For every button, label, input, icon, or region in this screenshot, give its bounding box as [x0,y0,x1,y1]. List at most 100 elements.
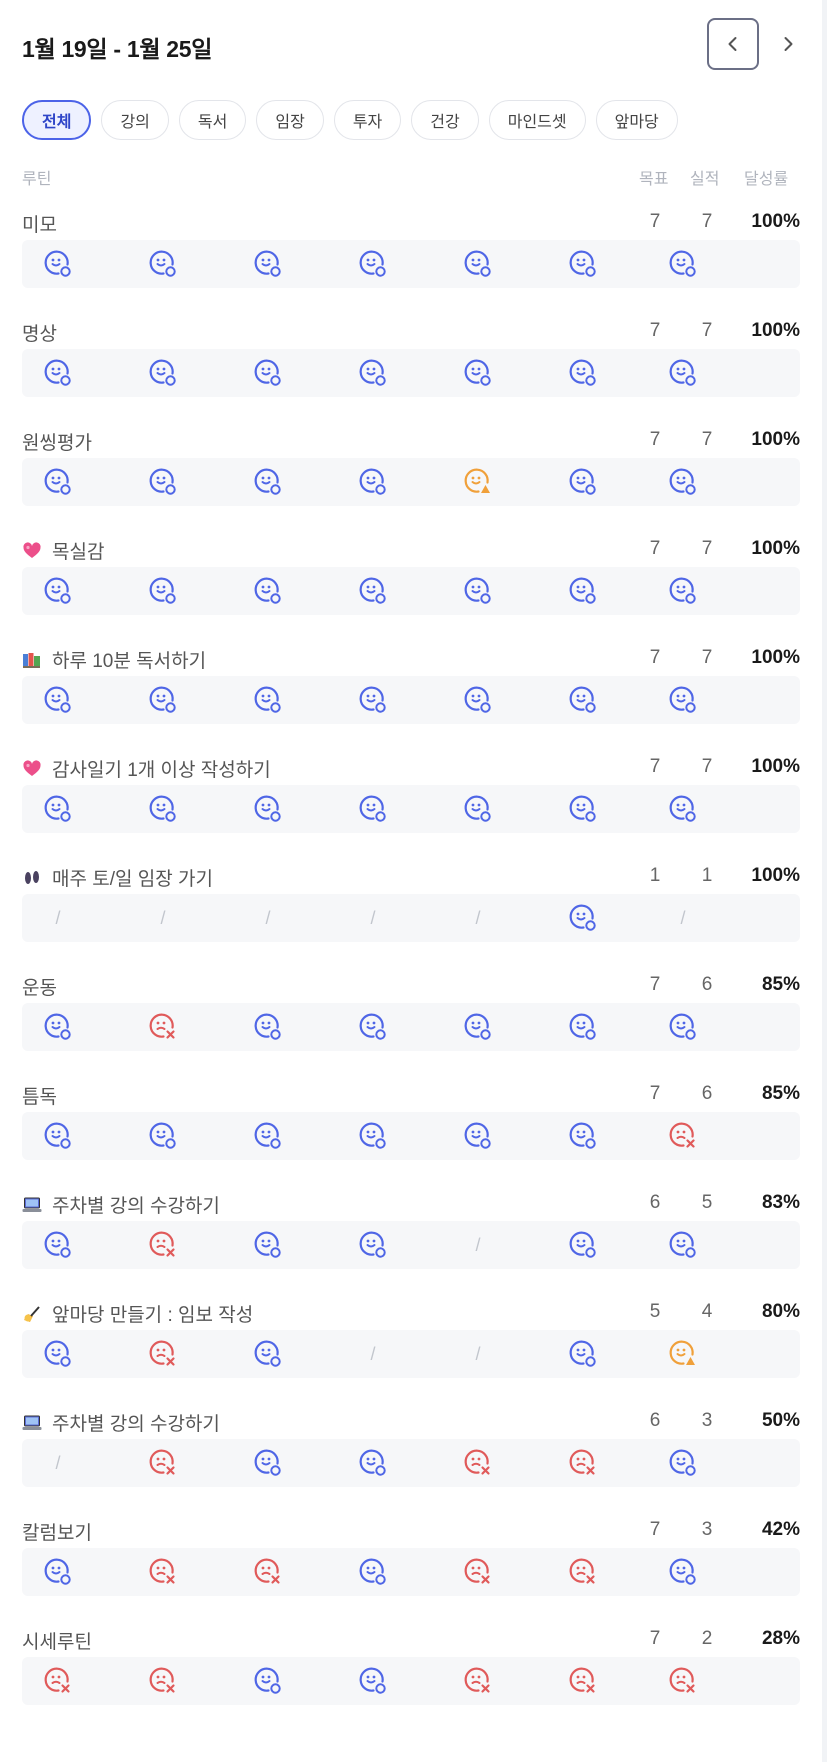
routine-row[interactable]: 감사일기 1개 이상 작성하기 7 7 100% [22,753,800,862]
day-status-success[interactable] [458,567,498,615]
routine-row[interactable]: 칼럼보기 7 3 42% [22,1516,800,1625]
day-status-success[interactable] [38,458,78,506]
day-status-success[interactable] [38,349,78,397]
day-status-fail[interactable] [458,1657,498,1705]
day-status-success[interactable] [663,349,703,397]
day-status-success[interactable] [353,349,393,397]
filter-chip[interactable]: 임장 [256,100,324,140]
day-status-success[interactable] [663,1439,703,1487]
day-status-success[interactable] [248,1330,288,1378]
day-status-fail[interactable] [143,1439,183,1487]
day-not-scheduled[interactable]: / [458,1330,498,1378]
day-status-success[interactable] [38,240,78,288]
day-status-success[interactable] [353,785,393,833]
filter-chip[interactable]: 전체 [22,100,92,140]
day-status-success[interactable] [663,1548,703,1596]
day-not-scheduled[interactable]: / [353,1330,393,1378]
day-status-fail[interactable] [38,1657,78,1705]
day-status-success[interactable] [38,1548,78,1596]
day-status-success[interactable] [563,567,603,615]
filter-chip[interactable]: 독서 [178,100,247,140]
day-status-success[interactable] [143,1112,183,1160]
day-status-fail[interactable] [143,1548,183,1596]
scrollbar-track[interactable] [822,0,827,1762]
day-status-fail[interactable] [563,1657,603,1705]
day-status-fail[interactable] [143,1003,183,1051]
day-status-fail[interactable] [143,1330,183,1378]
day-status-partial[interactable] [458,458,498,506]
routine-row[interactable]: 틈독 7 6 85% [22,1080,800,1189]
day-status-success[interactable] [248,240,288,288]
day-status-success[interactable] [248,1657,288,1705]
routine-row[interactable]: 원씽평가 7 7 100% [22,426,800,535]
day-status-success[interactable] [663,676,703,724]
day-status-success[interactable] [248,458,288,506]
day-status-fail[interactable] [143,1657,183,1705]
day-status-success[interactable] [663,1003,703,1051]
day-status-success[interactable] [563,240,603,288]
day-status-success[interactable] [248,567,288,615]
day-status-success[interactable] [663,1221,703,1269]
day-status-success[interactable] [143,567,183,615]
day-not-scheduled[interactable]: / [248,894,288,942]
day-status-success[interactable] [248,1221,288,1269]
day-status-success[interactable] [563,1330,603,1378]
day-status-success[interactable] [353,1221,393,1269]
day-status-fail[interactable] [563,1548,603,1596]
day-status-fail[interactable] [248,1548,288,1596]
day-status-success[interactable] [38,1330,78,1378]
routine-row[interactable]: 명상 7 7 100% [22,317,800,426]
next-week-button[interactable] [762,18,814,70]
day-status-success[interactable] [458,1003,498,1051]
day-status-success[interactable] [663,240,703,288]
routine-row[interactable]: 주차별 강의 수강하기 6 3 50% / [22,1407,800,1516]
routine-row[interactable]: 시세루틴 7 2 28% [22,1625,800,1734]
routine-row[interactable]: 운동 7 6 85% [22,971,800,1080]
day-status-fail[interactable] [458,1439,498,1487]
day-status-success[interactable] [353,240,393,288]
day-status-success[interactable] [353,458,393,506]
day-status-fail[interactable] [663,1112,703,1160]
day-status-success[interactable] [458,676,498,724]
day-status-success[interactable] [563,676,603,724]
day-status-success[interactable] [248,1439,288,1487]
routine-row[interactable]: 매주 토/일 임장 가기 1 1 100% / / / / / / [22,862,800,971]
routine-row[interactable]: 목실감 7 7 100% [22,535,800,644]
filter-chip[interactable]: 투자 [333,100,402,140]
day-status-success[interactable] [353,1657,393,1705]
routine-row[interactable]: 주차별 강의 수강하기 6 5 83% / [22,1189,800,1298]
day-status-success[interactable] [143,349,183,397]
day-status-success[interactable] [563,894,603,942]
day-status-success[interactable] [458,349,498,397]
day-status-success[interactable] [38,1003,78,1051]
day-status-success[interactable] [353,1548,393,1596]
day-status-success[interactable] [38,676,78,724]
day-not-scheduled[interactable]: / [458,894,498,942]
day-status-success[interactable] [38,785,78,833]
day-status-success[interactable] [353,1439,393,1487]
day-not-scheduled[interactable]: / [458,1221,498,1269]
day-status-success[interactable] [38,1221,78,1269]
filter-chip[interactable]: 건강 [411,100,479,140]
day-status-success[interactable] [248,349,288,397]
routine-row[interactable]: 앞마당 만들기 : 임보 작성 5 4 80% / / [22,1298,800,1407]
day-status-success[interactable] [563,1221,603,1269]
day-status-success[interactable] [143,676,183,724]
filter-chip[interactable]: 앞마당 [595,100,678,140]
day-status-success[interactable] [248,1003,288,1051]
filter-chip[interactable]: 마인드셋 [488,100,586,140]
day-not-scheduled[interactable]: / [143,894,183,942]
day-not-scheduled[interactable]: / [353,894,393,942]
day-not-scheduled[interactable]: / [38,1439,78,1487]
day-status-success[interactable] [248,1112,288,1160]
day-status-success[interactable] [248,785,288,833]
day-status-success[interactable] [563,458,603,506]
day-status-success[interactable] [38,1112,78,1160]
day-status-success[interactable] [663,458,703,506]
routine-row[interactable]: 하루 10분 독서하기 7 7 100% [22,644,800,753]
routine-row[interactable]: 미모 7 7 100% [22,208,800,317]
previous-week-button[interactable] [707,18,759,70]
day-status-partial[interactable] [663,1330,703,1378]
day-status-success[interactable] [353,567,393,615]
day-status-success[interactable] [248,676,288,724]
